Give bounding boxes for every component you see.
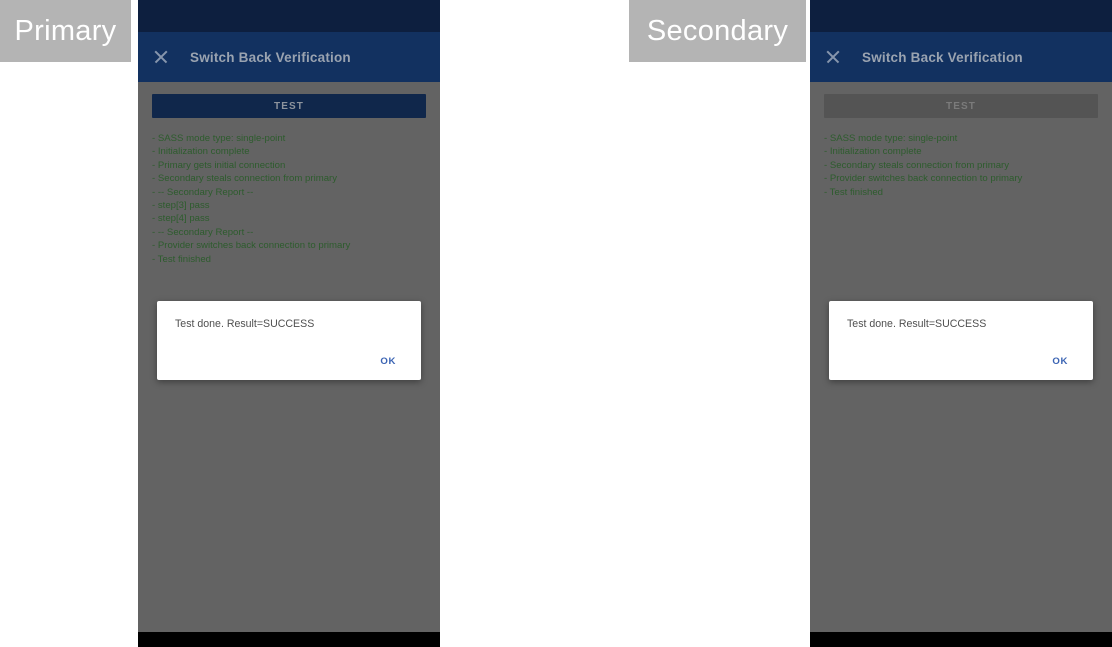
dialog-message: Test done. Result=SUCCESS	[847, 318, 987, 330]
device-panel-secondary: Switch Back Verification TEST - SASS mod…	[810, 0, 1112, 647]
alert-dialog-secondary: Test done. Result=SUCCESS OK	[829, 301, 1093, 380]
log-line: - Test finished	[824, 186, 884, 198]
test-button: TEST	[824, 94, 1098, 118]
dialog-ok-button[interactable]: OK	[373, 351, 403, 372]
navigation-bar-primary	[138, 632, 440, 647]
caption-secondary: Secondary	[629, 0, 806, 62]
status-bar-secondary	[810, 0, 1112, 32]
alert-dialog-primary: Test done. Result=SUCCESS OK	[157, 301, 421, 380]
log-line: - -- Secondary Report --	[152, 186, 254, 198]
dialog-card: Test done. Result=SUCCESS OK	[157, 301, 421, 380]
dialog-actions: OK	[175, 351, 403, 372]
log-line: - Provider switches back connection to p…	[152, 240, 351, 252]
log-line: - SASS mode type: single-point	[824, 133, 958, 144]
navigation-bar-secondary	[810, 632, 1112, 647]
log-line: - Provider switches back connection to p…	[824, 173, 1023, 185]
device-panel-primary: Switch Back Verification TEST - SASS mod…	[138, 0, 440, 647]
log-line: - step[3] pass	[152, 200, 210, 212]
log-line: - -- Secondary Report --	[152, 226, 254, 238]
app-bar-secondary: Switch Back Verification	[810, 32, 1112, 82]
dialog-actions: OK	[847, 351, 1075, 372]
log-line: - SASS mode type: single-point	[152, 133, 286, 144]
log-line: - Secondary steals connection from prima…	[152, 173, 338, 185]
log-line: - Secondary steals connection from prima…	[824, 159, 1010, 171]
dialog-message: Test done. Result=SUCCESS	[175, 318, 315, 330]
log-line: - Test finished	[152, 253, 212, 265]
close-icon[interactable]	[824, 48, 842, 66]
log-line: - Initialization complete	[824, 146, 922, 158]
test-button[interactable]: TEST	[152, 94, 426, 118]
screenshot-root: Switch Back Verification TEST - SASS mod…	[0, 0, 1112, 647]
dialog-ok-button[interactable]: OK	[1045, 351, 1075, 372]
caption-primary: Primary	[0, 0, 131, 62]
log-output-secondary: - SASS mode type: single-point - Initiali…	[824, 132, 1098, 199]
log-line: - step[4] pass	[152, 213, 210, 225]
log-line: - Primary gets initial connection	[152, 159, 286, 171]
app-bar-primary: Switch Back Verification	[138, 32, 440, 82]
close-icon[interactable]	[152, 48, 170, 66]
log-line: - Initialization complete	[152, 146, 250, 158]
log-output-primary: - SASS mode type: single-point - Initiali…	[152, 132, 426, 266]
dialog-card: Test done. Result=SUCCESS OK	[829, 301, 1093, 380]
app-bar-title: Switch Back Verification	[862, 49, 1023, 65]
status-bar-primary	[138, 0, 440, 32]
content-area-secondary: TEST - SASS mode type: single-point - Ini…	[810, 82, 1112, 199]
content-area-primary: TEST - SASS mode type: single-point - Ini…	[138, 82, 440, 266]
app-bar-title: Switch Back Verification	[190, 49, 351, 65]
